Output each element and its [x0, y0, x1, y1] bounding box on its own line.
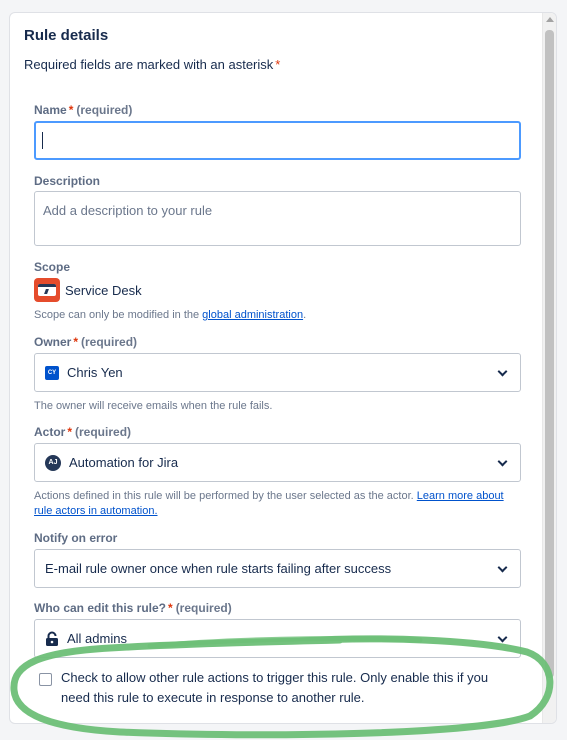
name-required-text: (required)	[76, 103, 133, 117]
required-asterisk: *	[275, 57, 281, 72]
actor-required-text: (required)	[75, 425, 132, 439]
who-can-edit-required-asterisk: *	[168, 601, 173, 615]
text-caret	[42, 132, 43, 149]
notify-select[interactable]: E-mail rule owner once when rule starts …	[34, 549, 521, 588]
actor-helper: Actions defined in this rule will be per…	[34, 489, 519, 519]
scope-helper: Scope can only be modified in the global…	[34, 308, 306, 323]
description-textarea[interactable]: Add a description to your rule	[34, 191, 521, 246]
owner-select[interactable]: CY Chris Yen	[34, 353, 521, 392]
allow-trigger-label[interactable]: Check to allow other rule actions to tri…	[61, 668, 516, 708]
scrollbar-thumb[interactable]	[545, 30, 554, 678]
who-can-edit-select[interactable]: All admins	[34, 619, 521, 658]
owner-helper: The owner will receive emails when the r…	[34, 400, 273, 412]
global-administration-link[interactable]: global administration	[202, 309, 303, 321]
who-can-edit-label: Who can edit this rule? * (required)	[34, 601, 232, 615]
form-title: Rule details	[24, 27, 109, 44]
owner-required-text: (required)	[81, 335, 138, 349]
scroll-up-arrow-icon[interactable]	[546, 17, 554, 22]
who-can-edit-value: All admins	[67, 631, 127, 646]
scope-helper-text: Scope can only be modified in the	[34, 309, 200, 321]
chevron-down-icon[interactable]	[497, 456, 508, 467]
owner-value: Chris Yen	[67, 365, 123, 380]
service-desk-icon	[34, 278, 60, 302]
actor-label: Actor * (required)	[34, 425, 131, 439]
name-label: Name * (required)	[34, 103, 132, 117]
chevron-down-icon[interactable]	[497, 366, 508, 377]
actor-required-asterisk: *	[67, 425, 73, 439]
lock-icon	[45, 631, 59, 647]
name-input[interactable]	[34, 121, 521, 160]
scope-value: Service Desk	[65, 283, 142, 298]
required-note-text: Required fields are marked with an aster…	[24, 57, 274, 72]
actor-value: Automation for Jira	[69, 455, 179, 470]
owner-required-asterisk: *	[73, 335, 79, 349]
allow-trigger-checkbox[interactable]	[39, 673, 52, 686]
owner-avatar: CY	[45, 365, 59, 380]
scope-label: Scope	[34, 260, 71, 274]
name-label-text: Name	[34, 103, 67, 117]
owner-label-text: Owner	[34, 335, 72, 349]
notify-label: Notify on error	[34, 531, 118, 545]
actor-select[interactable]: AJ Automation for Jira	[34, 443, 521, 482]
chevron-down-icon[interactable]	[497, 562, 508, 573]
who-can-edit-required-text: (required)	[175, 601, 232, 615]
description-label: Description	[34, 174, 101, 188]
scope-helper-suffix: .	[303, 309, 307, 321]
actor-avatar: AJ	[45, 454, 61, 471]
actor-label-text: Actor	[34, 425, 66, 439]
who-can-edit-label-text: Who can edit this rule?	[34, 601, 167, 615]
scrollbar[interactable]	[542, 13, 556, 723]
required-note: Required fields are marked with an aster…	[24, 57, 280, 72]
description-placeholder: Add a description to your rule	[43, 203, 213, 218]
notify-value: E-mail rule owner once when rule starts …	[45, 561, 392, 576]
actor-helper-text: Actions defined in this rule will be per…	[34, 490, 414, 502]
owner-label: Owner * (required)	[34, 335, 137, 349]
name-required-asterisk: *	[68, 103, 74, 117]
chevron-down-icon[interactable]	[497, 632, 508, 643]
